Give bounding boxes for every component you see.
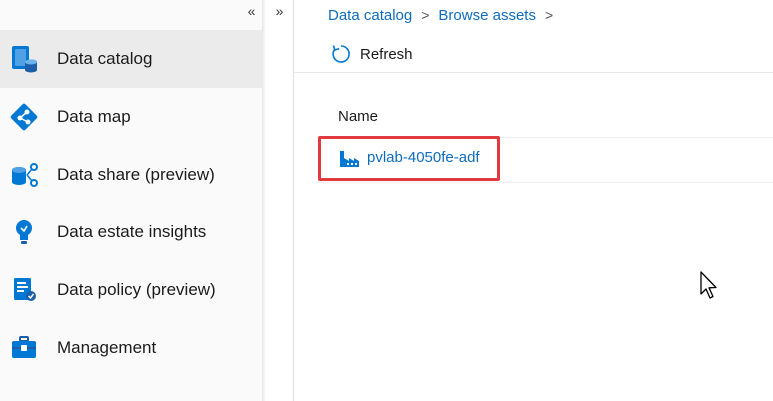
data-factory-icon — [338, 149, 360, 169]
mouse-pointer-icon — [699, 270, 721, 302]
nav-item-data-catalog[interactable]: Data catalog — [0, 30, 262, 88]
breadcrumb: Data catalog > Browse assets > — [328, 5, 553, 25]
asset-name-link[interactable]: pvlab-4050fe-adf — [367, 149, 480, 166]
nav-item-data-map[interactable]: Data map — [0, 88, 262, 146]
left-navigation: « Data catalog Data map Data share (prev… — [0, 0, 262, 401]
breadcrumb-separator: > — [544, 7, 554, 23]
breadcrumb-browse-assets[interactable]: Browse assets — [438, 7, 536, 24]
nav-item-data-estate-insights[interactable]: Data estate insights — [0, 203, 262, 261]
collapse-nav-button[interactable]: « — [238, 2, 262, 22]
sidebar-divider-shadow — [262, 0, 266, 401]
nav-label-data-policy: Data policy (preview) — [57, 280, 216, 299]
nav-item-data-policy[interactable]: Data policy (preview) — [0, 261, 262, 319]
management-toolbox-icon — [8, 332, 40, 364]
nav-item-management[interactable]: Management — [0, 319, 262, 377]
table-row[interactable]: pvlab-4050fe-adf — [318, 136, 500, 181]
nav-item-data-share[interactable]: Data share (preview) — [0, 146, 262, 204]
table-row-divider — [318, 182, 773, 183]
expand-pane-button[interactable]: » — [268, 2, 288, 22]
breadcrumb-data-catalog[interactable]: Data catalog — [328, 7, 412, 24]
data-map-icon — [8, 101, 40, 133]
nav-label-data-catalog: Data catalog — [57, 49, 153, 68]
column-header-name[interactable]: Name — [338, 108, 378, 125]
refresh-label: Refresh — [360, 45, 413, 63]
nav-label-data-share: Data share (preview) — [57, 165, 215, 184]
nav-label-data-estate-insights: Data estate insights — [57, 222, 207, 241]
toolbar-divider — [294, 72, 773, 73]
data-share-icon — [8, 159, 40, 191]
nav-label-management: Management — [57, 338, 157, 357]
data-catalog-icon — [8, 43, 40, 75]
refresh-button[interactable]: Refresh — [330, 42, 413, 66]
insights-lightbulb-icon — [8, 216, 40, 248]
pane-divider — [293, 0, 294, 401]
breadcrumb-separator: > — [421, 7, 430, 23]
nav-label-data-map: Data map — [57, 107, 131, 126]
data-policy-icon — [8, 274, 40, 306]
refresh-icon — [330, 43, 352, 65]
